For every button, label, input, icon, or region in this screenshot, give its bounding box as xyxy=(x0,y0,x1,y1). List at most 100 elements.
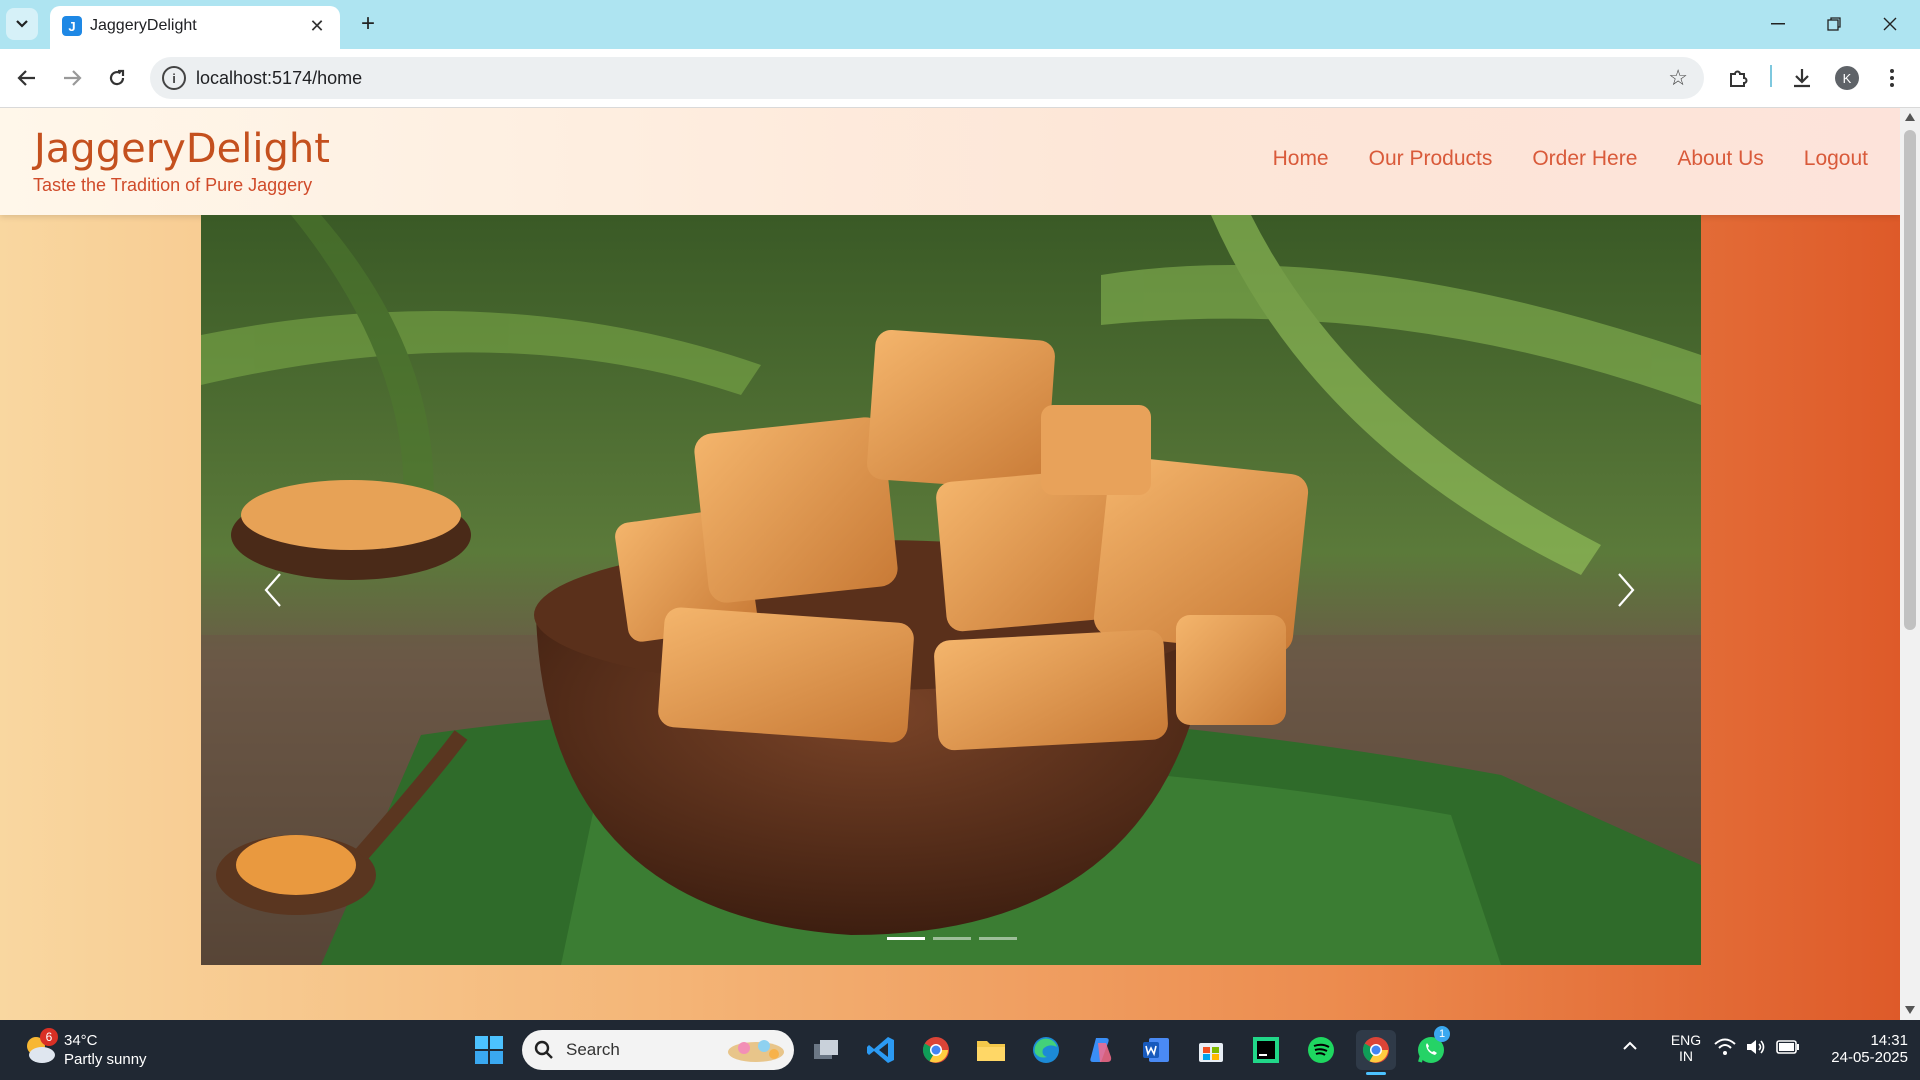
nav-logout[interactable]: Logout xyxy=(1804,147,1868,171)
carousel-next-button[interactable] xyxy=(1606,570,1646,610)
nav-order-here[interactable]: Order Here xyxy=(1532,147,1637,171)
word-icon xyxy=(1143,1038,1169,1062)
taskbar-search[interactable]: Search xyxy=(522,1030,794,1070)
scroll-thumb[interactable] xyxy=(1904,130,1916,630)
tab-title: JaggeryDelight xyxy=(90,17,197,34)
back-button[interactable] xyxy=(10,61,44,95)
site-header: JaggeryDelight Taste the Tradition of Pu… xyxy=(0,108,1900,215)
forward-button[interactable] xyxy=(55,61,89,95)
search-highlight-icon xyxy=(728,1040,784,1062)
more-vert-icon xyxy=(1890,69,1894,87)
tab-strip: J JaggeryDelight ✕ + xyxy=(0,0,1920,49)
clock[interactable]: 14:31 24-05-2025 xyxy=(1812,1032,1908,1066)
reload-button[interactable] xyxy=(100,61,134,95)
chevron-up-icon xyxy=(1623,1041,1637,1050)
pycharm-app[interactable] xyxy=(1246,1030,1286,1070)
carousel-indicator[interactable] xyxy=(887,937,925,940)
pycharm-icon xyxy=(1253,1037,1279,1063)
edge-app[interactable] xyxy=(1026,1030,1066,1070)
new-tab-button[interactable]: + xyxy=(352,8,384,40)
copilot-app[interactable] xyxy=(1081,1030,1121,1070)
carousel-indicator[interactable] xyxy=(933,937,971,940)
wifi-icon xyxy=(1714,1038,1736,1055)
download-icon xyxy=(1794,69,1810,88)
weather-temp: 34°C xyxy=(64,1032,98,1049)
nav-our-products[interactable]: Our Products xyxy=(1369,147,1493,171)
close-window-button[interactable] xyxy=(1866,6,1914,42)
active-tab[interactable]: J JaggeryDelight ✕ xyxy=(50,6,340,49)
minimize-button[interactable] xyxy=(1754,6,1802,42)
file-explorer-app[interactable] xyxy=(971,1030,1011,1070)
chrome-icon xyxy=(922,1037,949,1063)
tray-overflow-button[interactable] xyxy=(1622,1038,1638,1056)
edge-icon xyxy=(1033,1037,1059,1063)
chrome-app[interactable] xyxy=(916,1030,956,1070)
chevron-right-icon xyxy=(1618,573,1635,607)
scroll-up-icon[interactable] xyxy=(1905,113,1915,121)
network-button[interactable] xyxy=(1714,1038,1736,1061)
clock-date: 24-05-2025 xyxy=(1831,1049,1908,1066)
search-placeholder: Search xyxy=(566,1040,620,1059)
downloads-button[interactable] xyxy=(1785,61,1819,95)
browser-toolbar: i localhost:5174/home ☆ xyxy=(0,49,1920,108)
spotify-icon xyxy=(1308,1037,1334,1063)
bookmark-star-icon[interactable]: ☆ xyxy=(1668,65,1688,91)
folder-icon xyxy=(977,1041,1005,1061)
arrow-right-icon xyxy=(64,70,82,86)
reload-icon xyxy=(109,69,125,86)
battery-icon xyxy=(1776,1040,1799,1054)
clock-time: 14:31 xyxy=(1870,1032,1908,1049)
volume-button[interactable] xyxy=(1745,1038,1767,1061)
battery-button[interactable] xyxy=(1776,1040,1800,1059)
minimize-icon xyxy=(1771,23,1785,25)
site-info-icon[interactable]: i xyxy=(162,66,186,90)
address-bar[interactable]: i localhost:5174/home ☆ xyxy=(150,57,1704,99)
vscode-icon xyxy=(867,1037,894,1063)
brand-tagline: Taste the Tradition of Pure Jaggery xyxy=(33,175,313,195)
speaker-icon xyxy=(1747,1040,1765,1054)
start-button[interactable] xyxy=(469,1030,509,1070)
menu-button[interactable] xyxy=(1875,61,1909,95)
carousel-indicators xyxy=(887,937,1017,940)
copilot-icon xyxy=(1090,1038,1112,1062)
active-app-indicator xyxy=(1366,1072,1386,1075)
page-scrollbar[interactable] xyxy=(1900,108,1920,1020)
puzzle-icon xyxy=(1730,70,1748,87)
nav-home[interactable]: Home xyxy=(1273,147,1329,171)
url-text[interactable]: localhost:5174/home xyxy=(196,68,362,89)
carousel-indicator[interactable] xyxy=(979,937,1017,940)
task-view-icon xyxy=(814,1040,838,1059)
chevron-left-icon xyxy=(264,573,281,607)
spotify-app[interactable] xyxy=(1301,1030,1341,1070)
store-app[interactable] xyxy=(1191,1030,1231,1070)
windows-icon xyxy=(475,1036,503,1064)
page-viewport: JaggeryDelight Taste the Tradition of Pu… xyxy=(0,108,1900,1020)
jaggery-bowl-image xyxy=(201,215,1701,965)
scroll-down-icon[interactable] xyxy=(1905,1006,1915,1014)
tab-favicon: J xyxy=(62,16,82,36)
task-view-button[interactable] xyxy=(806,1030,846,1070)
main-nav: Home Our Products Order Here About Us Lo… xyxy=(1273,147,1868,171)
carousel-prev-button[interactable] xyxy=(253,570,293,610)
nav-about-us[interactable]: About Us xyxy=(1677,147,1763,171)
weather-desc: Partly sunny xyxy=(64,1051,147,1068)
vscode-app[interactable] xyxy=(861,1030,901,1070)
word-app[interactable] xyxy=(1136,1030,1176,1070)
tab-search-button[interactable] xyxy=(6,8,38,40)
restore-button[interactable] xyxy=(1810,6,1858,42)
chrome-profile-app[interactable] xyxy=(1356,1030,1396,1070)
extensions-button[interactable] xyxy=(1721,61,1755,95)
arrow-left-icon xyxy=(17,70,35,86)
search-icon xyxy=(534,1040,553,1059)
taskbar: 6 34°C Partly sunny Search 1 ENG IN 14:3… xyxy=(0,1020,1920,1080)
store-icon xyxy=(1199,1043,1223,1062)
toolbar-divider xyxy=(1770,65,1772,87)
language-indicator[interactable]: ENG IN xyxy=(1666,1032,1706,1064)
hero-carousel[interactable] xyxy=(201,215,1701,965)
restore-icon xyxy=(1827,17,1841,31)
close-tab-icon[interactable]: ✕ xyxy=(304,13,330,39)
brand-logo-text[interactable]: JaggeryDelight xyxy=(34,126,330,172)
region-code: IN xyxy=(1679,1048,1693,1064)
weather-badge: 6 xyxy=(40,1028,58,1046)
profile-avatar[interactable]: K xyxy=(1835,66,1859,90)
